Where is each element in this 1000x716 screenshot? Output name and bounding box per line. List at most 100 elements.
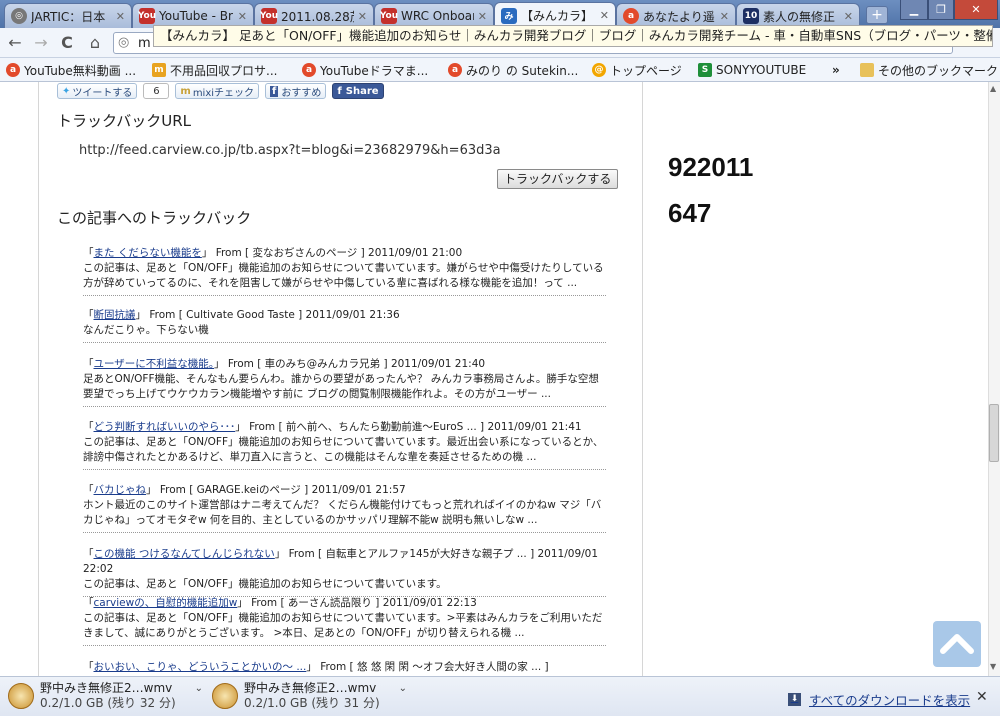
- bookmark-item[interactable]: a みのり の Sutekin...: [448, 61, 578, 79]
- globe-icon: ◎: [11, 8, 27, 24]
- counter-number-2: 647: [668, 198, 712, 228]
- tab-label: 2011.08.28茂: [281, 9, 354, 24]
- close-icon[interactable]: ✕: [478, 10, 487, 23]
- scroll-down-arrow-icon[interactable]: ▼: [990, 662, 996, 671]
- close-icon[interactable]: ✕: [238, 10, 247, 23]
- dropdown-arrow-icon[interactable]: ⌄: [195, 683, 203, 694]
- bookmark-item[interactable]: @ トップページ: [592, 61, 682, 79]
- ameba-icon: a: [6, 63, 20, 77]
- s-icon: S: [698, 63, 712, 77]
- bookmark-label: YouTubeドラマま...: [320, 63, 429, 78]
- download-bar: 野中みき無修正2…wmv 0.2/1.0 GB (残り 32 分) ⌄ 野中みき…: [0, 676, 1000, 716]
- bookmark-item[interactable]: a YouTube無料動画 ...: [6, 61, 136, 79]
- trackback-title-link[interactable]: ユーザーに不利益な機能。: [94, 358, 215, 370]
- trackback-from: From [ GARAGE.keiのページ ] 2011/09/01 21:57: [159, 484, 406, 496]
- trackback-body: この記事は、足あと「ON/OFF」機能追加のお知らせについて書いています。>平素…: [83, 612, 603, 639]
- trackback-item: 「carviewの、自慰的機能追加w」 From [ あーさん読品限り ] 20…: [83, 596, 606, 646]
- trackback-from: From [ 車のみち@みんカラ兄弟 ] 2011/09/01 21:40: [227, 358, 486, 370]
- trackback-title-link[interactable]: carviewの、自慰的機能追加w: [94, 597, 238, 609]
- ameba-icon: a: [623, 8, 639, 24]
- page-content: ✦ ツイートする 6 m mixiチェック f おすすめ f Share トラックバック…: [0, 82, 988, 676]
- download-status: 0.2/1.0 GB (残り 32 分): [40, 696, 176, 710]
- trackback-item: 「また くだらない機能を」 From [ 変なおぢさんのページ ] 2011/0…: [83, 246, 606, 296]
- download-filename: 野中みき無修正2…wmv: [40, 681, 173, 695]
- window-close-button[interactable]: ✕: [954, 0, 998, 20]
- scrollbar-thumb[interactable]: [989, 404, 999, 462]
- facebook-icon: f: [337, 85, 342, 97]
- ameba-icon: a: [448, 63, 462, 77]
- trackback-item: 「バカじゃね」 From [ GARAGE.keiのページ ] 2011/09/…: [83, 483, 606, 533]
- tab-jartic[interactable]: ◎ JARTIC：日本 ✕: [4, 3, 132, 28]
- tweet-button[interactable]: ✦ ツイートする: [57, 83, 138, 99]
- trackback-title-link[interactable]: バカじゃね: [94, 484, 147, 496]
- bookmark-item[interactable]: a YouTubeドラマま...: [302, 61, 428, 79]
- close-icon[interactable]: ✕: [976, 689, 988, 705]
- download-item[interactable]: 野中みき無修正2…wmv 0.2/1.0 GB (残り 32 分) ⌄: [8, 681, 203, 713]
- trackback-title-link[interactable]: また くだらない機能を: [94, 247, 202, 259]
- fb-share-label: Share: [345, 85, 379, 97]
- bookmarks-overflow-button[interactable]: »: [832, 61, 840, 79]
- folder-icon: [860, 63, 874, 77]
- facebook-share-button[interactable]: f Share: [332, 83, 384, 99]
- trackback-from: From [ あーさん読品限り ] 2011/09/01 22:13: [251, 597, 477, 609]
- close-icon[interactable]: ✕: [358, 10, 367, 23]
- article-column: ✦ ツイートする 6 m mixiチェック f おすすめ f Share トラックバック…: [38, 82, 643, 676]
- trackback-url-heading: トラックバックURL: [57, 112, 192, 130]
- back-button[interactable]: ←: [4, 33, 26, 53]
- scrollbar-track[interactable]: ▲ ▼: [988, 82, 1000, 676]
- trackback-button[interactable]: トラックバックする: [497, 169, 619, 189]
- bookmark-item[interactable]: S SONYYOUTUBE: [698, 61, 806, 79]
- download-item[interactable]: 野中みき無修正2…wmv 0.2/1.0 GB (残り 31 分) ⌄: [212, 681, 407, 713]
- tab-label: YouTube - Br: [159, 9, 233, 23]
- trackback-body: 足あとON/OFF機能、そんなもん要らんわ。誰からの要望があったんや？ みんカラ…: [83, 373, 599, 400]
- home-icon[interactable]: ⌂: [84, 33, 106, 53]
- bookmark-label: 不用品回収プロサ...: [170, 63, 278, 78]
- recommend-button[interactable]: f おすすめ: [265, 83, 327, 99]
- trackback-from: From [ Cultivate Good Taste ] 2011/09/01…: [149, 309, 400, 321]
- mixi-check-button[interactable]: m mixiチェック: [175, 83, 260, 99]
- share-bar: ✦ ツイートする 6 m mixiチェック f おすすめ f Share: [57, 82, 384, 100]
- trackback-body: なんだこりゃ。下らない機: [83, 324, 209, 336]
- dropdown-arrow-icon[interactable]: ⌄: [399, 683, 407, 694]
- close-icon[interactable]: ✕: [720, 10, 729, 23]
- bookmark-label: SONYYOUTUBE: [716, 63, 807, 77]
- minkara-icon: み: [501, 7, 517, 24]
- trackback-title-link[interactable]: 断固抗議: [94, 309, 136, 321]
- trackback-item: 「この機能 つけるなんてしんじられない」 From [ 自転車とアルファ145が…: [83, 547, 606, 597]
- trackback-from: From [ 前へ前へ、ちんたら勤勤前進〜EuroS ... ] 2011/09…: [249, 421, 582, 433]
- tweet-count: 6: [143, 83, 170, 99]
- youtube-icon: You: [260, 8, 278, 24]
- scroll-to-top-button[interactable]: [933, 621, 981, 667]
- trackback-from: From [ 変なおぢさんのページ ] 2011/09/01 21:00: [215, 247, 463, 259]
- download-filename: 野中みき無修正2…wmv: [244, 681, 377, 695]
- download-icon: ⬇: [788, 693, 801, 706]
- scroll-up-arrow-icon[interactable]: ▲: [990, 84, 996, 93]
- maximize-button[interactable]: ❐: [928, 0, 954, 20]
- forward-button[interactable]: →: [30, 33, 52, 53]
- youtube-icon: You: [380, 8, 398, 24]
- bookmark-label: YouTube無料動画 ...: [24, 63, 137, 78]
- bookmark-label: »: [832, 63, 840, 77]
- bookmark-item[interactable]: m 不用品回収プロサ...: [152, 61, 277, 79]
- close-icon[interactable]: ✕: [600, 9, 609, 22]
- tab-label: WRC Onboar: [401, 9, 474, 23]
- close-icon[interactable]: ✕: [116, 10, 125, 23]
- trackback-list-heading: この記事へのトラックバック: [57, 209, 252, 227]
- trackback-title-link[interactable]: どう判断すればいいのやら･･･: [94, 421, 236, 433]
- trackback-item: 「どう判断すればいいのやら･･･」 From [ 前へ前へ、ちんたら勤勤前進〜E…: [83, 420, 606, 470]
- tab-label: 素人の無修正: [763, 9, 836, 24]
- reload-button[interactable]: C: [56, 33, 78, 53]
- minimize-button[interactable]: ▁: [900, 0, 928, 20]
- tab-strip: ◎ JARTIC：日本 ✕ You YouTube - Br ✕ You 201…: [0, 0, 1000, 28]
- show-all-downloads-link[interactable]: ⬇ すべてのダウンロードを表示: [788, 690, 970, 709]
- bookmark-label: トップページ: [610, 63, 682, 78]
- close-icon[interactable]: ✕: [844, 10, 853, 23]
- trackback-item: 「断固抗議」 From [ Cultivate Good Taste ] 201…: [83, 308, 606, 343]
- trackback-title-link[interactable]: おいおい、こりゃ、どういうことかいの〜 ...: [94, 661, 307, 673]
- trackback-url: http://feed.carview.co.jp/tb.aspx?t=blog…: [79, 143, 501, 158]
- youtube-icon: You: [138, 8, 156, 24]
- bookmark-folder-other[interactable]: その他のブックマーク: [860, 61, 998, 79]
- new-tab-button[interactable]: +: [866, 6, 888, 24]
- trackback-title-link[interactable]: この機能 つけるなんてしんじられない: [94, 548, 275, 560]
- tab-label: あなたより遥: [643, 9, 715, 24]
